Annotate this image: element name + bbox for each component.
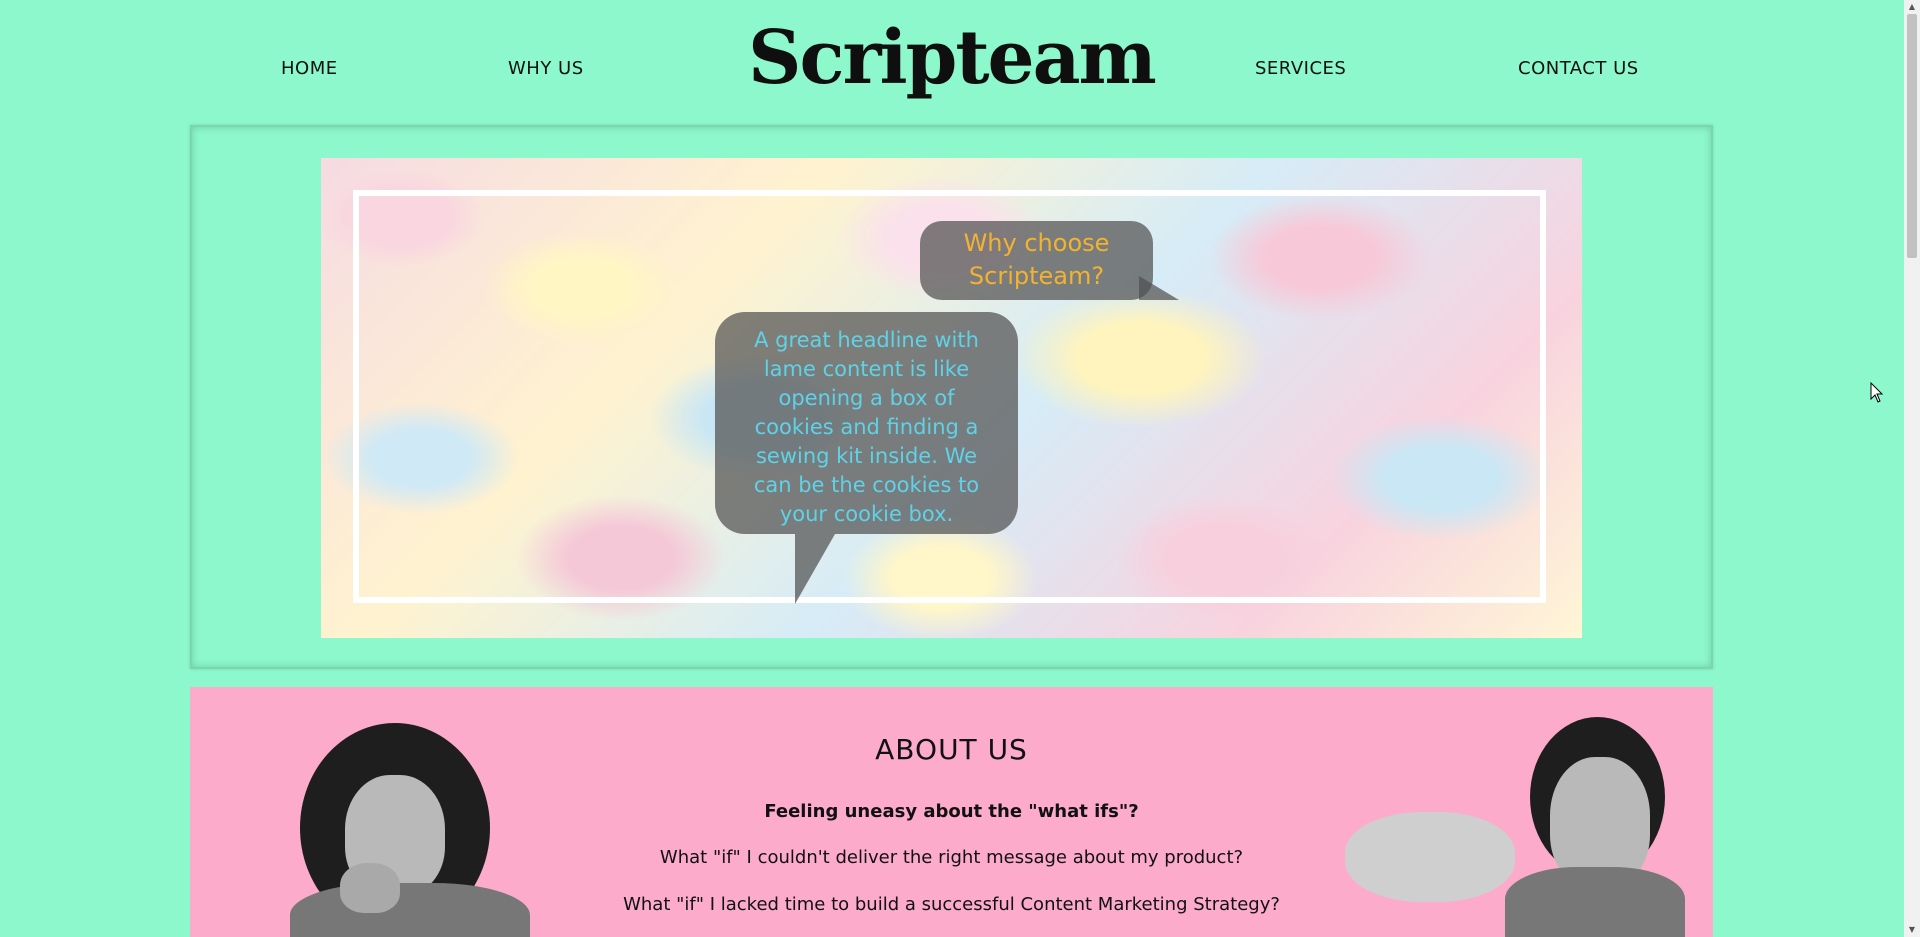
answer-text: A great headline with lame content is li…	[753, 328, 980, 526]
man-pointing-image	[1345, 717, 1685, 937]
question-speech-bubble: Why choose Scripteam?	[920, 221, 1179, 300]
nav-why-us[interactable]: WHY US	[508, 58, 584, 79]
nav-services[interactable]: SERVICES	[1255, 58, 1346, 79]
scrollbar-thumb[interactable]	[1907, 14, 1917, 258]
answer-speech-bubble: A great headline with lame content is li…	[715, 312, 1018, 604]
vertical-scrollbar[interactable]: ▲ ▼	[1904, 0, 1920, 937]
mouse-cursor-icon	[1870, 381, 1884, 408]
about-section: ABOUT US Feeling uneasy about the "what …	[190, 687, 1713, 937]
main-nav: HOME WHY US Scripteam SERVICES CONTACT U…	[0, 0, 1904, 125]
nav-contact-us[interactable]: CONTACT US	[1518, 58, 1639, 79]
scroll-down-icon[interactable]: ▼	[1904, 923, 1920, 937]
question-text: Why choose Scripteam?	[963, 229, 1110, 290]
scroll-up-icon[interactable]: ▲	[1904, 0, 1920, 14]
site-logo[interactable]: Scripteam	[748, 17, 1157, 99]
nav-home[interactable]: HOME	[281, 58, 338, 79]
page: HOME WHY US Scripteam SERVICES CONTACT U…	[0, 0, 1904, 937]
